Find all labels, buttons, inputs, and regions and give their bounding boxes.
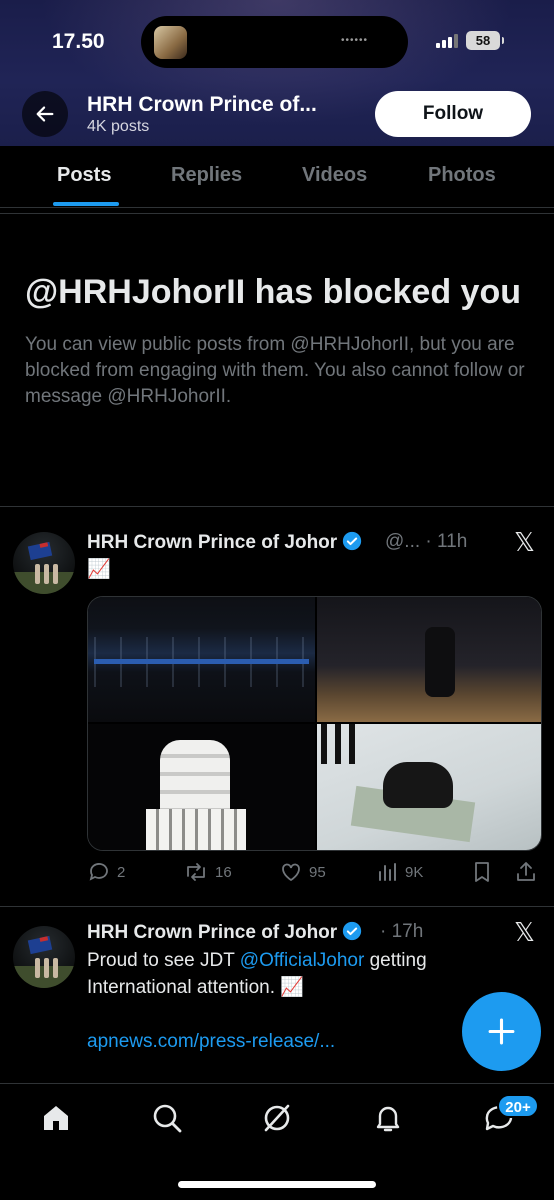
arrow-left-icon — [36, 106, 54, 122]
now-playing-thumbnail — [154, 26, 187, 59]
like-count: 95 — [309, 863, 326, 881]
repost-button[interactable]: 16 — [183, 860, 232, 884]
media-image[interactable] — [88, 597, 315, 722]
post-author[interactable]: HRH Crown Prince of Johor — [87, 531, 362, 554]
nav-search[interactable] — [151, 1102, 183, 1139]
article-link[interactable]: apnews.com/press-release/... — [87, 1031, 335, 1053]
repost-icon — [187, 863, 205, 881]
like-button[interactable]: 95 — [279, 860, 326, 884]
tab-indicator — [53, 202, 119, 206]
views-button[interactable]: 9K — [375, 860, 423, 884]
reply-count: 2 — [117, 863, 126, 881]
notification-badge: 20+ — [497, 1094, 539, 1118]
x-logo-icon: 𝕏 — [514, 527, 535, 557]
divider — [0, 906, 554, 907]
post-text: Proud to see JDT @OfficialJohor getting … — [87, 947, 487, 1001]
blocked-title: @HRHJohorII has blocked you — [25, 273, 522, 311]
tab-videos[interactable]: Videos — [302, 164, 367, 187]
bell-icon — [376, 1106, 400, 1132]
signal-icon — [436, 34, 458, 48]
back-button[interactable] — [22, 91, 68, 137]
search-icon — [153, 1104, 182, 1133]
post-actions: 2 16 95 9K — [87, 860, 542, 890]
island-indicator: •••••• — [340, 35, 368, 46]
avatar[interactable] — [13, 532, 75, 594]
post-media-grid[interactable] — [87, 596, 542, 851]
author-name: HRH Crown Prince of Johor — [87, 922, 338, 943]
nav-home[interactable] — [40, 1102, 72, 1139]
tab-photos[interactable]: Photos — [428, 164, 496, 187]
blocked-notice: @HRHJohorII has blocked you You can view… — [25, 270, 525, 410]
divider — [0, 213, 554, 214]
post-text-part: Proud to see JDT — [87, 950, 240, 971]
dynamic-island: •••••• — [141, 16, 408, 68]
media-image[interactable] — [88, 724, 315, 850]
plus-icon — [488, 1018, 515, 1045]
media-image[interactable] — [317, 724, 541, 850]
share-button[interactable] — [515, 860, 543, 884]
home-icon — [44, 1106, 68, 1130]
verified-badge-icon — [343, 921, 362, 941]
profile-tabs: Posts Replies Videos Photos — [0, 146, 554, 208]
bookmark-icon — [475, 862, 489, 882]
follow-button[interactable]: Follow — [375, 91, 531, 137]
battery-icon: 58 — [466, 31, 504, 50]
verified-badge-icon — [343, 531, 362, 551]
avatar[interactable] — [13, 926, 75, 988]
x-logo-icon: 𝕏 — [514, 917, 535, 947]
blocked-description: You can view public posts from @HRHJohor… — [25, 334, 525, 407]
status-time: 17.50 — [52, 30, 105, 53]
views-icon — [379, 863, 396, 881]
mention-link[interactable]: @OfficialJohor — [240, 950, 365, 971]
repost-count: 16 — [215, 863, 232, 881]
grok-icon — [264, 1104, 290, 1132]
post-meta: @... · 11h — [385, 531, 467, 553]
post-text: 📈 — [87, 559, 111, 580]
view-count: 9K — [405, 863, 424, 881]
author-name: HRH Crown Prince of Johor — [87, 532, 338, 553]
reply-icon — [89, 863, 108, 881]
bookmark-button[interactable] — [471, 860, 499, 884]
profile-header: 17.50 •••••• 58 HRH Crown Prince of... 4… — [0, 0, 554, 146]
post-count: 4K posts — [87, 118, 150, 135]
nav-grok[interactable] — [261, 1102, 293, 1139]
reply-button[interactable]: 2 — [87, 860, 125, 884]
nav-notifications[interactable] — [372, 1102, 404, 1139]
post-time: · 11h — [425, 531, 468, 552]
share-icon — [517, 862, 535, 881]
media-image[interactable] — [317, 597, 541, 722]
home-indicator — [178, 1181, 376, 1188]
divider — [0, 506, 554, 507]
author-handle: @... — [385, 531, 421, 552]
tab-posts[interactable]: Posts — [57, 164, 111, 187]
profile-title: HRH Crown Prince of... — [87, 93, 317, 116]
heart-icon — [282, 863, 300, 882]
post-time: · 17h — [380, 921, 424, 942]
compose-button[interactable] — [462, 992, 541, 1071]
post-author[interactable]: HRH Crown Prince of Johor — [87, 921, 362, 944]
tab-replies[interactable]: Replies — [171, 164, 242, 187]
